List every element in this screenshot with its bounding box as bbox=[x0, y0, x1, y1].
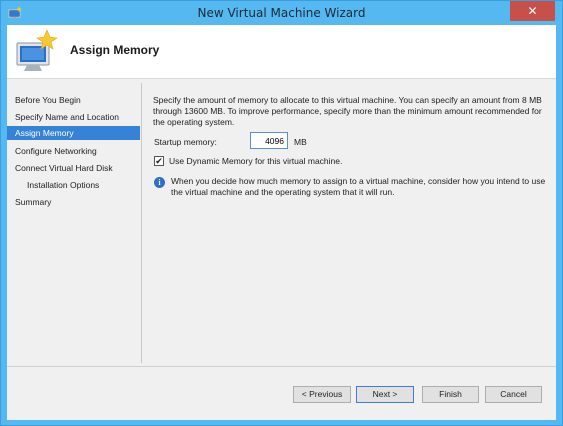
page-title: Assign Memory bbox=[70, 43, 160, 57]
wizard-window: New Virtual Machine Wizard ✕ Assign Memo… bbox=[0, 0, 563, 426]
dynamic-memory-label[interactable]: Use Dynamic Memory for this virtual mach… bbox=[169, 156, 342, 166]
checkmark-icon: ✔ bbox=[155, 156, 163, 166]
nav-item-connect-hard-disk[interactable]: Connect Virtual Hard Disk bbox=[7, 161, 140, 175]
previous-button[interactable]: < Previous bbox=[293, 386, 351, 403]
wizard-client-area: Assign Memory Before You Begin Specify N… bbox=[7, 25, 556, 420]
memory-description: Specify the amount of memory to allocate… bbox=[153, 95, 542, 127]
info-icon: i bbox=[154, 177, 165, 188]
nav-item-configure-networking[interactable]: Configure Networking bbox=[7, 144, 140, 158]
startup-memory-unit: MB bbox=[294, 137, 307, 147]
startup-memory-input[interactable] bbox=[250, 132, 288, 149]
nav-item-assign-memory[interactable]: Assign Memory bbox=[7, 126, 140, 140]
monitor-star-icon bbox=[16, 29, 58, 71]
window-title: New Virtual Machine Wizard bbox=[197, 6, 366, 20]
wizard-steps-nav: Before You Begin Specify Name and Locati… bbox=[7, 88, 140, 363]
dynamic-memory-checkbox[interactable]: ✔ bbox=[154, 156, 164, 166]
nav-item-specify-name[interactable]: Specify Name and Location bbox=[7, 110, 140, 124]
cancel-button[interactable]: Cancel bbox=[485, 386, 542, 403]
finish-button[interactable]: Finish bbox=[422, 386, 479, 403]
title-bar[interactable]: New Virtual Machine Wizard ✕ bbox=[1, 1, 562, 25]
memory-info-text: When you decide how much memory to assig… bbox=[171, 176, 546, 197]
startup-memory-label: Startup memory: bbox=[154, 137, 217, 147]
nav-item-summary[interactable]: Summary bbox=[7, 195, 140, 209]
nav-divider bbox=[141, 83, 142, 363]
next-button[interactable]: Next > bbox=[356, 386, 414, 403]
nav-item-before-you-begin[interactable]: Before You Begin bbox=[7, 93, 140, 107]
footer-divider bbox=[7, 366, 556, 367]
close-button[interactable]: ✕ bbox=[510, 1, 555, 21]
nav-item-installation-options[interactable]: Installation Options bbox=[7, 178, 140, 192]
wizard-header: Assign Memory bbox=[7, 25, 556, 79]
